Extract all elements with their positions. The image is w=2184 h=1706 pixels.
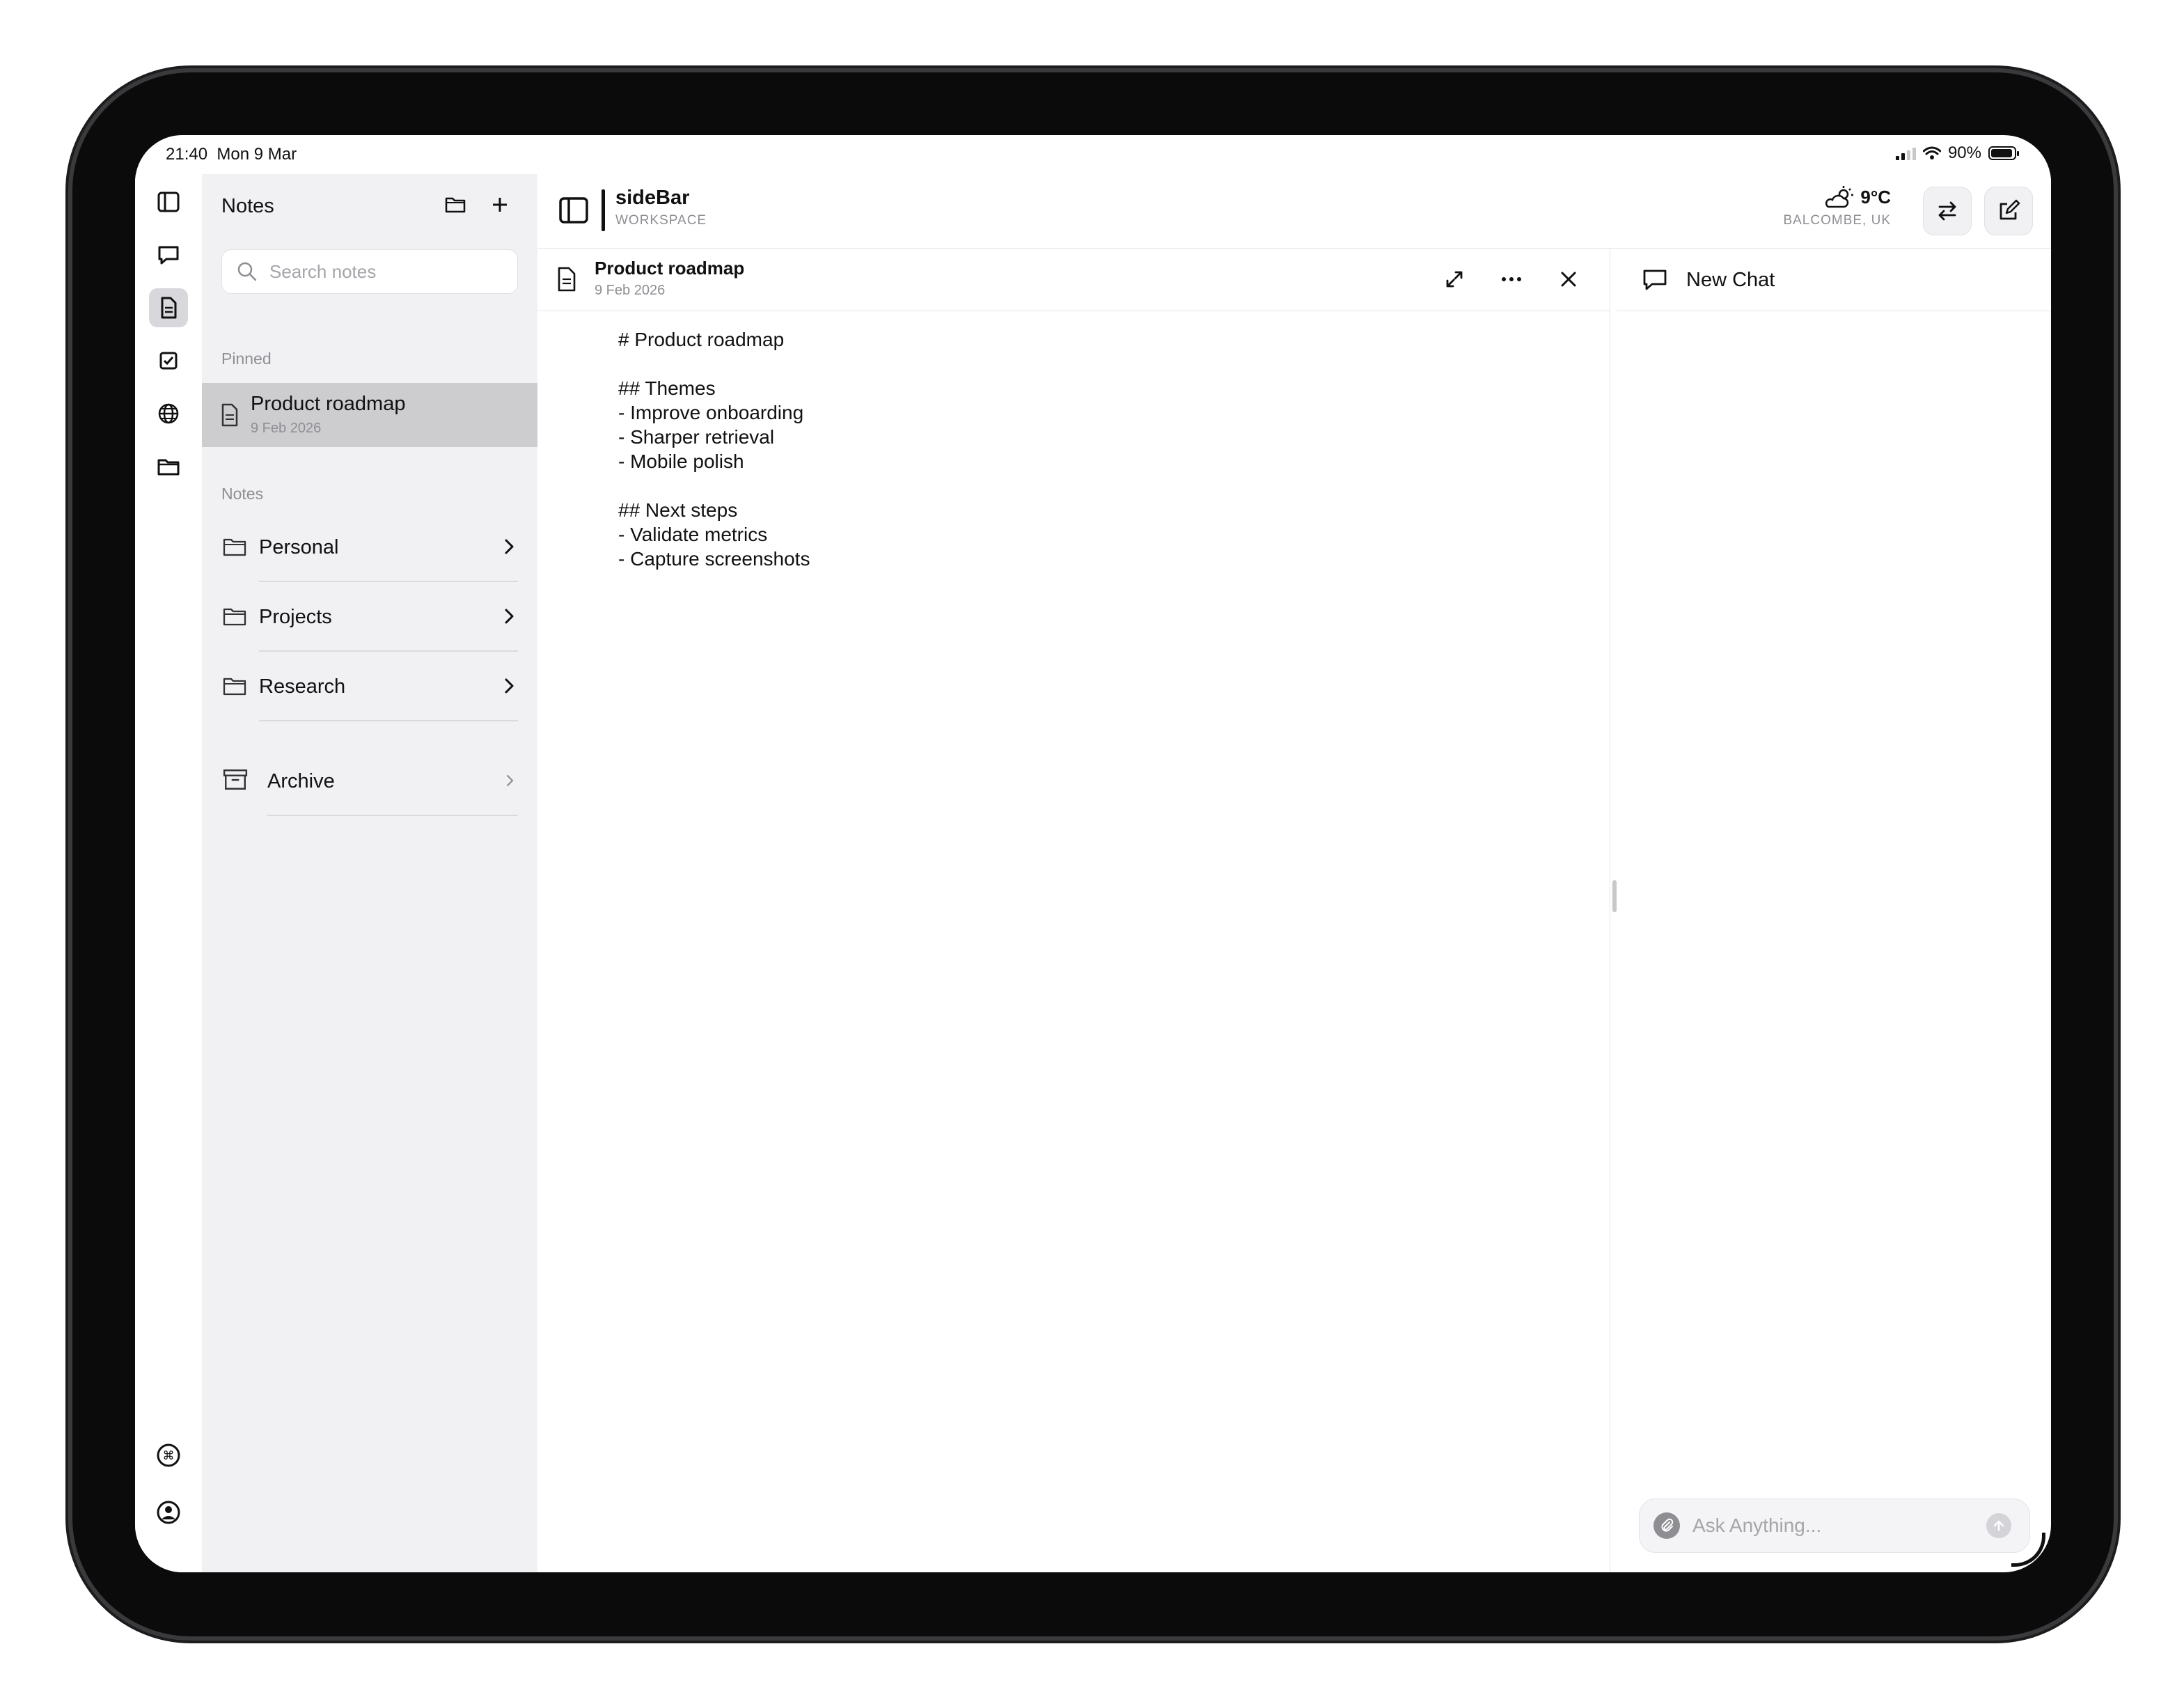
pinned-note-title: Product roadmap [251, 393, 406, 415]
archive-box-icon [223, 769, 248, 790]
attach-button[interactable] [1653, 1512, 1680, 1539]
signal-icon [1895, 146, 1916, 160]
notes-sidebar: Notes Pinned Product roadmap 9 Feb 2026 … [202, 174, 537, 1572]
new-folder-button[interactable] [443, 192, 468, 217]
folder-icon [223, 608, 246, 626]
folder-label: Personal [259, 536, 339, 558]
notes-title: Notes [221, 195, 274, 217]
chevron-right-icon [505, 678, 514, 694]
chevron-right-icon [506, 774, 514, 787]
folder-icon [223, 538, 246, 556]
chat-input[interactable] [1691, 1514, 1972, 1537]
status-time: 21:40 Mon 9 Mar [166, 145, 297, 164]
chat-bubble-icon[interactable] [149, 235, 188, 274]
sidebar-toggle-icon[interactable] [558, 195, 589, 226]
search-input[interactable] [268, 260, 494, 283]
expand-button[interactable] [1438, 263, 1470, 295]
close-document-button[interactable] [1553, 263, 1585, 295]
new-note-button[interactable] [487, 192, 512, 217]
swap-button[interactable] [1923, 187, 1972, 235]
notes-section-label: Notes [221, 485, 264, 503]
folder-item-projects[interactable]: Projects [221, 582, 518, 652]
notes-actions [443, 192, 512, 217]
chevron-right-icon [505, 539, 514, 554]
ellipsis-icon [1502, 277, 1521, 281]
archive-item[interactable]: Archive [221, 746, 518, 816]
compose-button[interactable] [1984, 187, 2033, 235]
folder-label: Projects [259, 606, 332, 628]
compose-icon [2000, 199, 2020, 220]
document-icon [221, 403, 238, 427]
arrow-up-icon [1993, 1520, 2004, 1531]
chat-title: New Chat [1686, 269, 1775, 291]
command-icon[interactable]: ⌘ [149, 1436, 188, 1475]
status-indicators: 90% [1895, 143, 2019, 163]
pinned-note-item[interactable]: Product roadmap 9 Feb 2026 [202, 383, 537, 447]
battery-icon [1988, 146, 2019, 160]
battery-percent: 90% [1947, 143, 1981, 162]
row-divider [267, 815, 518, 816]
app-header: sideBar WORKSPACE 9°C BALCOMBE, UK [537, 174, 2051, 249]
weather-temp: 9°C [1860, 186, 1891, 208]
search-icon [237, 262, 257, 281]
sidebar-toggle-icon[interactable] [149, 182, 188, 221]
note-editor[interactable]: # Product roadmap ## Themes - Improve on… [618, 327, 1523, 571]
document-icon[interactable] [149, 288, 188, 327]
app-name: sideBar [615, 187, 690, 209]
weather-location: BALCOMBE, UK [1783, 213, 1891, 228]
paperclip-icon [1661, 1518, 1674, 1532]
chat-bubble-icon [1643, 269, 1667, 290]
search-box [221, 249, 518, 294]
icon-rail: ⌘ [135, 174, 203, 1572]
partly-cloudy-icon [1825, 186, 1854, 208]
folder-icon [223, 678, 246, 696]
user-circle-icon[interactable] [149, 1493, 188, 1532]
folder-icon [445, 197, 466, 213]
resize-handle[interactable] [1612, 880, 1617, 912]
checkbox-icon[interactable] [149, 341, 188, 380]
document-title: Product roadmap [595, 258, 745, 279]
expand-icon [1446, 271, 1463, 288]
svg-text:⌘: ⌘ [163, 1449, 175, 1463]
plus-icon [493, 198, 507, 212]
folder-label: Research [259, 675, 346, 698]
folder-item-research[interactable]: Research [221, 652, 518, 721]
workspace-label: WORKSPACE [615, 213, 707, 228]
row-divider [259, 720, 518, 721]
pinned-label: Pinned [221, 350, 272, 368]
pinned-note-date: 9 Feb 2026 [251, 421, 322, 436]
send-button[interactable] [1986, 1513, 2011, 1538]
chat-header: New Chat [1617, 248, 2051, 311]
more-options-button[interactable] [1495, 263, 1527, 295]
chevron-right-icon [505, 609, 514, 624]
archive-label: Archive [267, 770, 335, 792]
brand-divider [602, 189, 605, 231]
document-header: Product roadmap 9 Feb 2026 [537, 248, 1610, 311]
folder-item-personal[interactable]: Personal [221, 512, 518, 582]
weather-widget: 9°C BALCOMBE, UK [1783, 185, 1891, 228]
swap-arrows-icon [1938, 201, 1956, 221]
wifi-icon [1922, 146, 1941, 159]
chat-input-box [1639, 1498, 2030, 1553]
folder-icon[interactable] [149, 447, 188, 486]
globe-icon[interactable] [149, 394, 188, 433]
document-icon [558, 267, 576, 292]
close-icon [1561, 272, 1576, 287]
document-date: 9 Feb 2026 [595, 283, 666, 298]
screen: 21:40 Mon 9 Mar 90% ⌘ Notes Search notes… [135, 135, 2051, 1572]
